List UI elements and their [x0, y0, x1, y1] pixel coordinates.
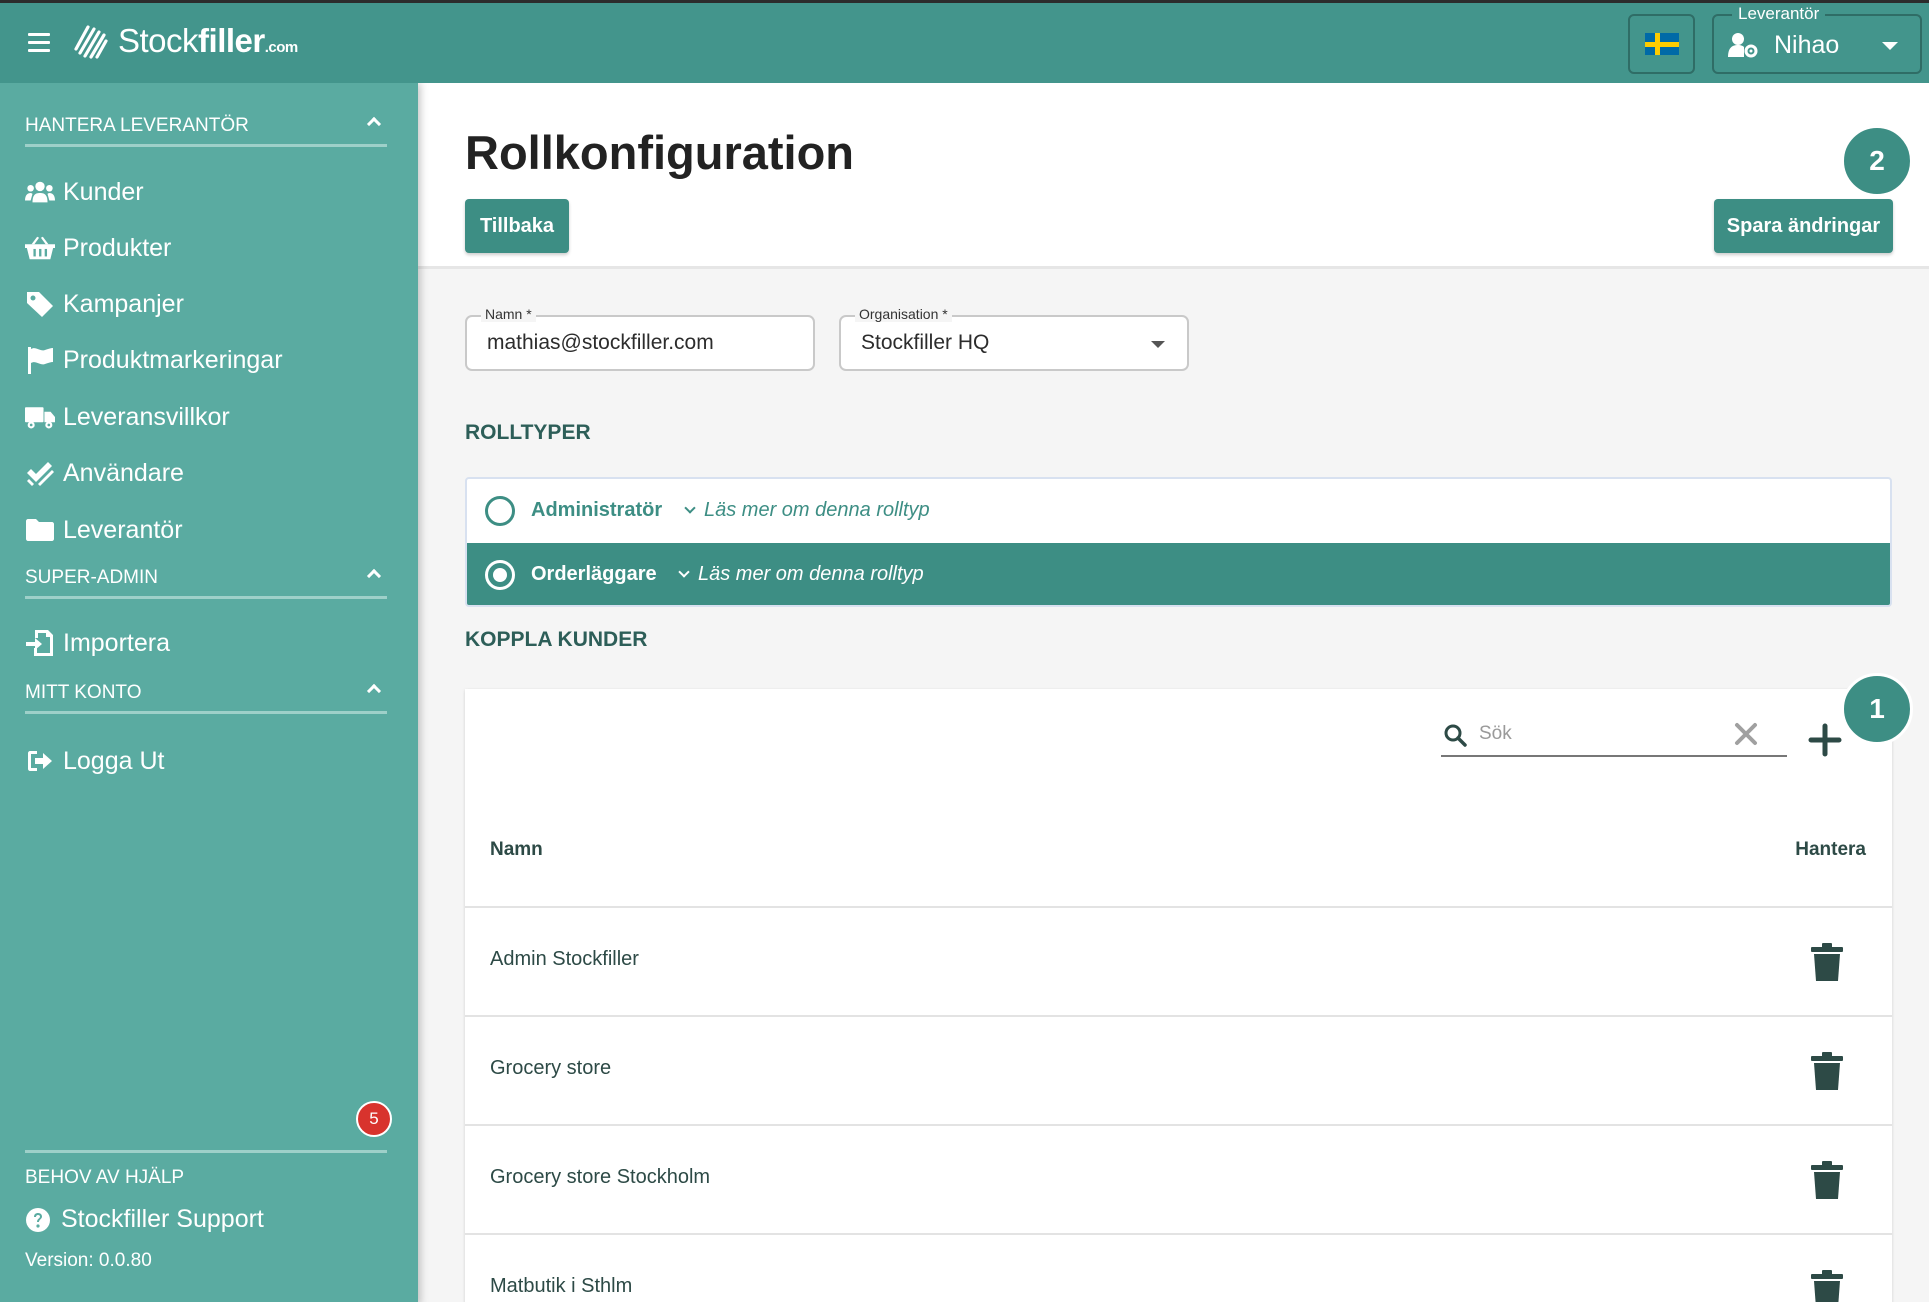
user-cog-icon	[1728, 33, 1758, 58]
step-marker-2: 2	[1841, 125, 1913, 197]
brand-name: Stockfiller.com	[118, 22, 298, 59]
sweden-flag-icon	[1644, 33, 1679, 55]
add-icon[interactable]	[1808, 723, 1842, 757]
save-changes-button[interactable]: Spara ändringar	[1714, 199, 1893, 253]
logout-icon	[28, 751, 52, 771]
table-row: Grocery store	[465, 1015, 1892, 1124]
read-more-link[interactable]: Läs mer om denna rolltyp	[684, 499, 930, 522]
table-row: Grocery store Stockholm	[465, 1124, 1892, 1233]
connect-customers-title: KOPPLA KUNDER	[465, 628, 648, 651]
language-button[interactable]	[1628, 14, 1695, 74]
sidebar-item-produktmarkeringar[interactable]: Produktmarkeringar	[25, 340, 395, 380]
column-header-manage: Hantera	[1795, 839, 1866, 860]
chevron-down-icon	[1882, 42, 1898, 50]
chevron-up-icon	[366, 116, 382, 132]
support-link[interactable]: Stockfiller Support	[25, 1205, 264, 1234]
chevron-down-icon	[678, 566, 690, 578]
chevron-down-icon	[1151, 341, 1165, 348]
step-marker-1: 1	[1841, 673, 1913, 745]
roletype-list: Administratör Läs mer om denna rolltyp O…	[465, 477, 1892, 607]
page-title: Rollkonfiguration	[465, 126, 855, 179]
radio-button-selected[interactable]	[485, 560, 515, 590]
supplier-select[interactable]: Leverantör Nihao	[1712, 4, 1922, 74]
section-super-admin[interactable]: SUPER-ADMIN	[25, 559, 387, 599]
question-circle-icon	[26, 1207, 50, 1232]
section-mitt-konto[interactable]: MITT KONTO	[25, 674, 387, 714]
name-field-value: mathias@stockfiller.com	[487, 331, 714, 354]
table-row: Admin Stockfiller	[465, 906, 1892, 1015]
users-icon	[25, 181, 55, 203]
sidebar-item-kunder[interactable]: Kunder	[25, 172, 395, 212]
truck-icon	[25, 407, 55, 429]
chat-unread-badge: 5	[356, 1101, 392, 1137]
folder-icon	[26, 519, 54, 541]
app-version: Version: 0.0.80	[25, 1250, 152, 1271]
supplier-select-label: Leverantör	[1732, 4, 1826, 24]
import-icon	[26, 630, 53, 656]
chevron-down-icon	[684, 502, 696, 514]
logo-mark-icon	[74, 25, 108, 59]
back-button[interactable]: Tillbaka	[465, 199, 569, 253]
supplier-value: Nihao	[1774, 31, 1840, 59]
sidebar-item-produkter[interactable]: Produkter	[25, 228, 395, 268]
name-field[interactable]: Namn * mathias@stockfiller.com	[465, 306, 815, 371]
sidebar-item-logga-ut[interactable]: Logga Ut	[25, 741, 395, 781]
chevron-up-icon	[366, 568, 382, 584]
chevron-up-icon	[366, 683, 382, 699]
organisation-select[interactable]: Organisation * Stockfiller HQ	[839, 306, 1189, 371]
table-row: Matbutik i Sthlm	[465, 1233, 1892, 1302]
column-header-name[interactable]: Namn	[490, 839, 543, 861]
trash-icon[interactable]	[1810, 1269, 1844, 1302]
roletype-orderlaggare[interactable]: Orderläggare Läs mer om denna rolltyp	[467, 543, 1890, 605]
trash-icon[interactable]	[1810, 1160, 1844, 1200]
search-icon	[1444, 724, 1467, 747]
trash-icon[interactable]	[1810, 942, 1844, 982]
search-box	[1441, 715, 1787, 757]
page-header-card: Rollkonfiguration Tillbaka Spara ändring…	[418, 83, 1929, 269]
sidebar-item-leveransvillkor[interactable]: Leveransvillkor	[25, 397, 395, 437]
menu-icon[interactable]	[28, 33, 50, 52]
flag-icon	[28, 347, 53, 374]
customer-table: Namn Hantera Admin Stockfiller Grocery s…	[465, 689, 1892, 1302]
basket-icon	[25, 236, 55, 260]
top-bar: Stockfiller.com Leverantör Nihao	[0, 3, 1929, 83]
search-input[interactable]	[1479, 719, 1719, 749]
logo[interactable]: Stockfiller.com	[68, 17, 298, 65]
radio-button[interactable]	[485, 496, 515, 526]
sidebar-item-kampanjer[interactable]: Kampanjer	[25, 284, 395, 324]
sidebar-item-anvandare[interactable]: Användare	[25, 453, 395, 493]
tag-icon	[27, 292, 53, 317]
roletypes-title: ROLLTYPER	[465, 421, 591, 444]
check-double-icon	[27, 462, 54, 486]
name-field-label: Namn *	[481, 306, 536, 322]
sidebar-item-importera[interactable]: Importera	[25, 623, 395, 663]
trash-icon[interactable]	[1810, 1051, 1844, 1091]
app-window: Stockfiller.com Leverantör Nihao HANTERA…	[0, 0, 1929, 1302]
close-icon[interactable]	[1733, 721, 1759, 747]
roletype-administrator[interactable]: Administratör Läs mer om denna rolltyp	[467, 479, 1890, 543]
section-hantera-leverantor[interactable]: HANTERA LEVERANTÖR	[25, 107, 387, 147]
organisation-select-label: Organisation *	[855, 306, 952, 322]
read-more-link[interactable]: Läs mer om denna rolltyp	[678, 563, 924, 586]
sidebar-item-leverantor[interactable]: Leverantör	[25, 510, 395, 550]
help-section-title: BEHOV AV HJÄLP	[25, 1150, 387, 1189]
organisation-select-value: Stockfiller HQ	[861, 331, 990, 354]
